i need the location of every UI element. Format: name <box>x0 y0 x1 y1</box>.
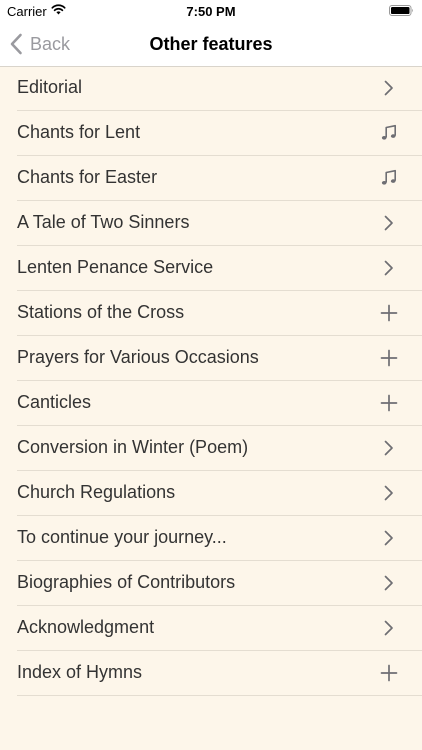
list-item[interactable]: Canticles <box>17 381 422 426</box>
list-item-label: To continue your journey... <box>17 527 227 547</box>
battery-icon <box>389 5 413 16</box>
list-item-label: Chants for Easter <box>17 167 158 187</box>
list-item-label: Prayers for Various Occasions <box>17 347 259 367</box>
list-item[interactable]: Stations of the Cross <box>17 291 422 336</box>
chevron-right-icon <box>379 78 399 98</box>
navigation-bar: Back Other features <box>0 22 422 67</box>
status-time: 7:50 PM <box>186 4 236 19</box>
list-item-label: Biographies of Contributors <box>17 572 236 592</box>
list-item-label: Canticles <box>17 392 92 412</box>
features-list: Editorial Chants for Lent Chants for Easte… <box>0 66 422 696</box>
chevron-right-icon <box>379 528 399 548</box>
list-item[interactable]: Chants for Easter <box>17 156 422 201</box>
list-item-label: A Tale of Two Sinners <box>17 212 190 232</box>
plus-icon <box>379 348 399 368</box>
list-item-label: Editorial <box>17 77 83 97</box>
list-item[interactable]: Index of Hymns <box>17 651 422 696</box>
list-item-label: Index of Hymns <box>17 662 143 682</box>
list-item[interactable]: Biographies of Contributors <box>17 561 422 606</box>
list-item-label: Acknowledgment <box>17 617 155 637</box>
chevron-right-icon <box>379 618 399 638</box>
list-item[interactable]: Editorial <box>17 66 422 111</box>
list-item[interactable]: Chants for Lent <box>17 111 422 156</box>
plus-icon <box>379 393 399 413</box>
list-item-label: Chants for Lent <box>17 122 141 142</box>
list-item-label: Church Regulations <box>17 482 176 502</box>
list-item[interactable]: To continue your journey... <box>17 516 422 561</box>
music-note-icon <box>379 123 399 143</box>
list-item[interactable]: Prayers for Various Occasions <box>17 336 422 381</box>
chevron-right-icon <box>379 438 399 458</box>
chevron-right-icon <box>379 258 399 278</box>
plus-icon <box>379 663 399 683</box>
chevron-right-icon <box>379 573 399 593</box>
status-bar: Carrier 7:50 PM <box>0 0 422 22</box>
chevron-right-icon <box>379 213 399 233</box>
list-item[interactable]: Church Regulations <box>17 471 422 516</box>
list-item-label: Lenten Penance Service <box>17 257 214 277</box>
music-note-icon <box>379 168 399 188</box>
chevron-right-icon <box>379 483 399 503</box>
page-title: Other features <box>149 34 273 54</box>
list-item[interactable]: Acknowledgment <box>17 606 422 651</box>
list-item[interactable]: Lenten Penance Service <box>17 246 422 291</box>
list-item[interactable]: A Tale of Two Sinners <box>17 201 422 246</box>
list-item[interactable]: Conversion in Winter (Poem) <box>17 426 422 471</box>
list-item-label: Conversion in Winter (Poem) <box>17 437 249 457</box>
list-item-label: Stations of the Cross <box>17 302 185 322</box>
plus-icon <box>379 303 399 323</box>
